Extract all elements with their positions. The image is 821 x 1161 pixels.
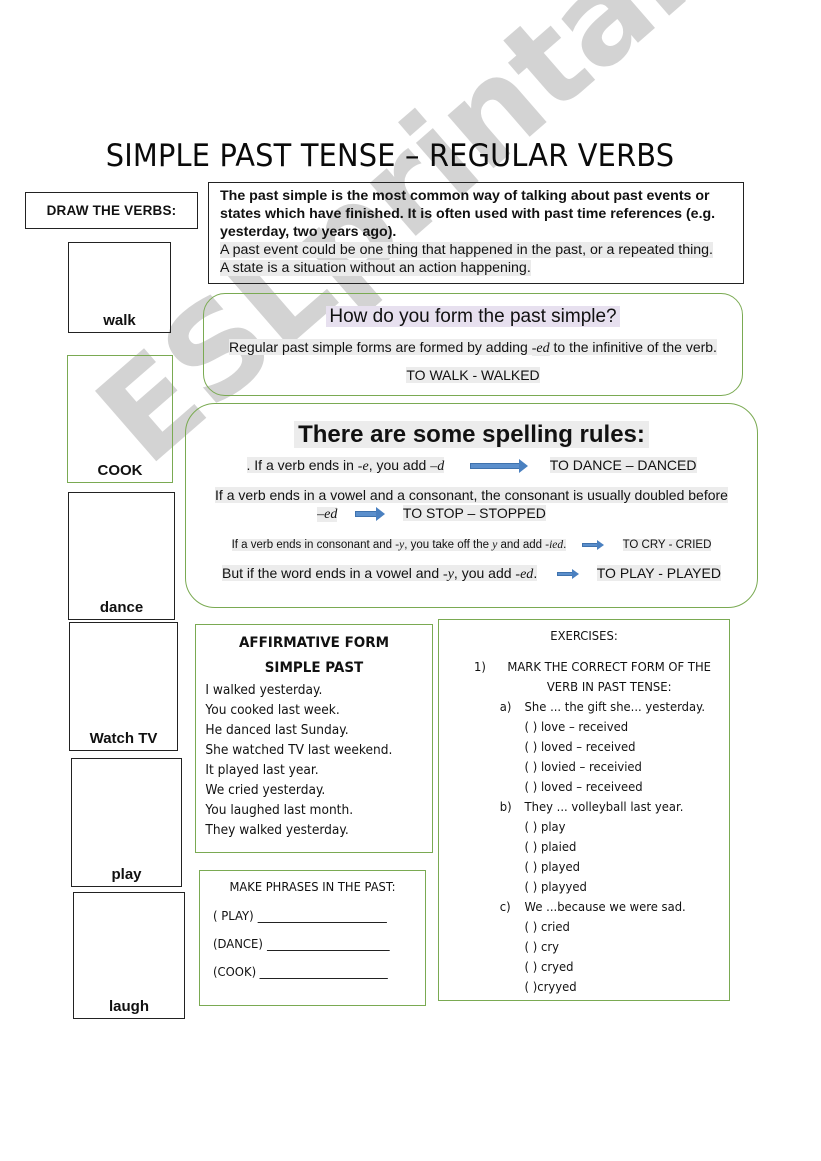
exercise-item-c: c) We ...because we were sad.	[499, 899, 686, 914]
phrase-answer-blank[interactable]	[259, 966, 389, 979]
right-arrow-icon	[355, 507, 386, 522]
verb-label: COOK	[97, 462, 143, 479]
sentence: I walked yesterday.	[205, 683, 323, 698]
phrase-row-dance: (DANCE)	[213, 936, 410, 951]
option[interactable]: ( ) playyed	[439, 877, 706, 897]
verb-label: walk	[103, 312, 136, 329]
phrase-row-play: ( PLAY)	[213, 908, 410, 923]
intro-line-event: A past event could be one thing that hap…	[220, 242, 713, 258]
option[interactable]: ( ) loved – received	[439, 737, 706, 757]
spelling-heading: There are some spelling rules:	[294, 421, 649, 448]
verb-label: dance	[99, 599, 144, 616]
draw-verbs-label: DRAW THE VERBS:	[25, 192, 198, 229]
exercises-box: EXERCISES: 1) MARK THE CORRECT FORM OF T…	[438, 619, 730, 1001]
option[interactable]: ( ) cry	[439, 937, 706, 957]
option[interactable]: ( ) cried	[439, 917, 706, 937]
form-box: How do you form the past simple? Regular…	[203, 293, 743, 396]
page-title: SIMPLE PAST TENSE – REGULAR VERBS	[105, 138, 675, 174]
sentence: You cooked last week.	[205, 703, 340, 718]
sentence: They walked yesterday.	[205, 823, 349, 838]
form-question: How do you form the past simple?	[326, 306, 620, 327]
draw-box-walk[interactable]: walk	[68, 242, 171, 333]
verb-label: play	[111, 866, 142, 883]
verb-label: Watch TV	[89, 730, 158, 747]
sentence: You laughed last month.	[205, 803, 354, 818]
right-arrow-icon	[557, 569, 581, 580]
option[interactable]: ( ) cryed	[439, 957, 706, 977]
rule-example: TO PLAY - PLAYED	[596, 565, 721, 581]
option[interactable]: ( ) plaied	[439, 837, 706, 857]
right-arrow-icon	[581, 539, 606, 550]
rule-example: TO STOP – STOPPED	[402, 505, 546, 521]
draw-box-laugh[interactable]: laugh	[73, 892, 185, 1019]
phrase-answer-blank[interactable]	[257, 910, 387, 923]
option[interactable]: ( ) play	[439, 817, 706, 837]
verb-label: laugh	[109, 998, 149, 1015]
rule-double-consonant: If a verb ends in a vowel and a consonan…	[215, 487, 728, 522]
right-arrow-icon	[470, 459, 529, 474]
exercise-question-1: 1) MARK THE CORRECT FORM OF THE VERB IN …	[473, 659, 712, 694]
affirmative-box: AFFIRMATIVE FORM SIMPLE PAST I walked ye…	[195, 624, 433, 853]
draw-box-watch-tv[interactable]: Watch TV	[69, 622, 178, 751]
phrase-prompt: (COOK)	[213, 964, 257, 979]
rule-example: TO CRY - CRIED	[622, 539, 712, 551]
sentence: We cried yesterday.	[205, 783, 326, 798]
rule-e: . If a verb ends in -e, you add –d TO DA…	[246, 457, 697, 474]
phrase-answer-blank[interactable]	[266, 938, 390, 951]
option[interactable]: ( ) loved – receiveed	[439, 777, 706, 797]
intro-box: The past simple is the most common way o…	[208, 182, 744, 284]
exercises-heading: EXERCISES:	[550, 628, 618, 643]
phrase-prompt: ( PLAY)	[213, 908, 254, 923]
sentence: It played last year.	[205, 763, 319, 778]
option[interactable]: ( ) love – received	[439, 717, 706, 737]
rule-vowel-y: But if the word ends in a vowel and -y, …	[222, 565, 721, 582]
sentence: He danced last Sunday.	[205, 723, 349, 738]
affirmative-heading: AFFIRMATIVE FORM	[238, 635, 390, 651]
draw-box-dance[interactable]: dance	[68, 492, 175, 620]
affirmative-subheading: SIMPLE PAST	[264, 660, 364, 676]
exercise-item-a: a) She ... the gift she... yesterday.	[499, 699, 706, 714]
phrase-row-cook: (COOK)	[213, 964, 410, 979]
draw-box-cook[interactable]: COOK	[67, 355, 173, 483]
make-phrases-box: MAKE PHRASES IN THE PAST: ( PLAY) (DANCE…	[199, 870, 426, 1006]
intro-line-state: A state is a situation without an action…	[220, 260, 531, 276]
form-example: TO WALK - WALKED	[406, 367, 540, 383]
sentence: She watched TV last weekend.	[205, 743, 393, 758]
form-description: Regular past simple forms are formed by …	[229, 339, 717, 356]
option[interactable]: ( )cryyed	[439, 977, 706, 997]
phrases-heading: MAKE PHRASES IN THE PAST:	[229, 879, 396, 894]
option[interactable]: ( ) lovied – receivied	[439, 757, 706, 777]
rule-consonant-y: If a verb ends in consonant and -y, you …	[231, 539, 712, 551]
rule-example: TO DANCE – DANCED	[549, 457, 697, 473]
affirmative-sentences: I walked yesterday. You cooked last week…	[196, 681, 418, 841]
phrase-prompt: (DANCE)	[213, 936, 263, 951]
spelling-rules-box: There are some spelling rules: . If a ve…	[185, 403, 758, 608]
option[interactable]: ( ) played	[439, 857, 706, 877]
exercise-item-b: b) They ... volleyball last year.	[499, 799, 684, 814]
draw-box-play[interactable]: play	[71, 758, 182, 887]
intro-definition: The past simple is the most common way o…	[220, 188, 716, 240]
